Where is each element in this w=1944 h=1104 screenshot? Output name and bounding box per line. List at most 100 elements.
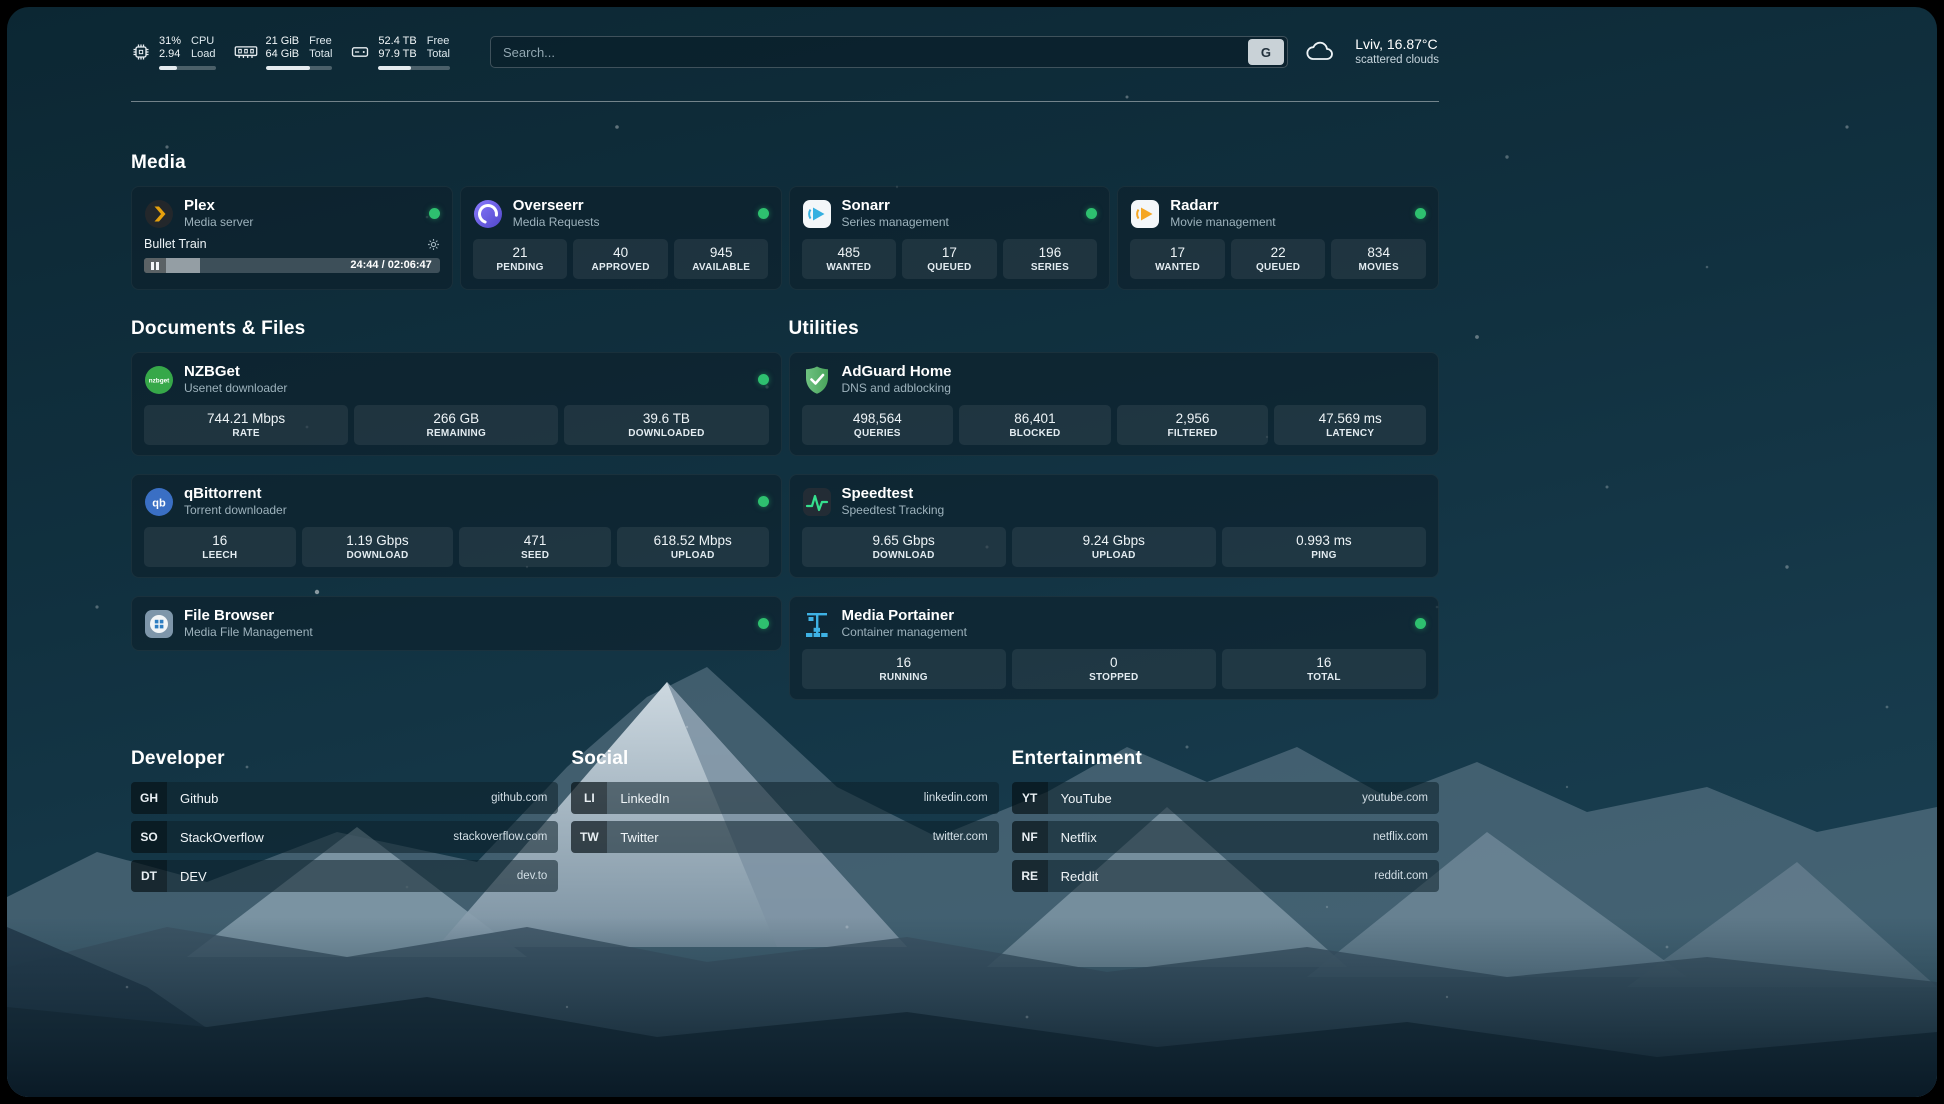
- utilities-column: Utilities: [789, 318, 1440, 700]
- app-name: AdGuard Home: [842, 363, 952, 381]
- section-title-developer: Developer: [131, 748, 558, 770]
- stat-available: 945 AVAILABLE: [674, 239, 769, 279]
- svg-text:nzbget: nzbget: [149, 377, 170, 384]
- settings-gear-icon[interactable]: [427, 238, 440, 251]
- status-dot-online: [1415, 208, 1426, 219]
- bookmark-name: StackOverflow: [180, 830, 264, 845]
- memory-labels: Free Total: [309, 35, 332, 62]
- bookmark-netflix[interactable]: NF Netflix netflix.com: [1012, 821, 1439, 853]
- dashboard-screen: 31% 2.94 CPU Load: [7, 7, 1937, 1097]
- app-name: Radarr: [1170, 197, 1275, 215]
- app-name: NZBGet: [184, 363, 287, 381]
- pause-icon[interactable]: [144, 258, 166, 273]
- cloud-icon: [1304, 40, 1336, 64]
- bookmark-badge: RE: [1012, 860, 1048, 892]
- memory-metric: 21 GiB 64 GiB Free Total: [234, 35, 333, 70]
- stat-remaining: 266 GB REMAINING: [354, 405, 558, 445]
- bookmark-name: DEV: [180, 869, 207, 884]
- bookmark-name: Reddit: [1061, 869, 1099, 884]
- stat-seed: 471 SEED: [459, 527, 611, 567]
- app-subtitle: Torrent downloader: [184, 503, 287, 518]
- search-input[interactable]: [503, 45, 1242, 60]
- bookmark-youtube[interactable]: YT YouTube youtube.com: [1012, 782, 1439, 814]
- section-title-utilities: Utilities: [789, 318, 1440, 340]
- bookmark-badge: YT: [1012, 782, 1048, 814]
- weather-widget: Lviv, 16.87°C scattered clouds: [1304, 36, 1439, 68]
- speedtest-card[interactable]: Speedtest Speedtest Tracking 9.65 Gbps D…: [789, 474, 1440, 578]
- section-title-documents: Documents & Files: [131, 318, 782, 340]
- bookmark-url: linkedin.com: [924, 792, 999, 804]
- stat-total: 16 TOTAL: [1222, 649, 1426, 689]
- radarr-card[interactable]: Radarr Movie management 17 WANTED 22 QUE…: [1117, 186, 1439, 290]
- app-subtitle: Media Requests: [513, 215, 600, 230]
- sonarr-card[interactable]: Sonarr Series management 485 WANTED 17 Q…: [789, 186, 1111, 290]
- cpu-icon: [131, 42, 151, 62]
- stat-queries: 498,564 QUERIES: [802, 405, 954, 445]
- adguard-card[interactable]: AdGuard Home DNS and adblocking 498,564 …: [789, 352, 1440, 456]
- section-title-entertainment: Entertainment: [1012, 748, 1439, 770]
- stat-download: 1.19 Gbps DOWNLOAD: [302, 527, 454, 567]
- bookmark-url: github.com: [491, 792, 558, 804]
- search-engine-button[interactable]: G: [1248, 39, 1284, 65]
- status-dot-online: [429, 208, 440, 219]
- app-subtitle: Media server: [184, 215, 253, 230]
- bookmark-badge: GH: [131, 782, 167, 814]
- adguard-icon: [802, 365, 832, 395]
- stat-download: 9.65 Gbps DOWNLOAD: [802, 527, 1006, 567]
- status-dot-online: [1086, 208, 1097, 219]
- app-subtitle: Movie management: [1170, 215, 1275, 230]
- bookmark-name: LinkedIn: [620, 791, 669, 806]
- bookmark-url: twitter.com: [933, 831, 999, 843]
- stat-ping: 0.993 ms PING: [1222, 527, 1426, 567]
- app-name: File Browser: [184, 607, 313, 625]
- bookmark-twitter[interactable]: TW Twitter twitter.com: [571, 821, 998, 853]
- cpu-values: 31% 2.94: [159, 35, 181, 62]
- disk-icon: [350, 42, 370, 62]
- cpu-labels: CPU Load: [191, 35, 215, 62]
- developer-column: Developer GH Github github.com SO StackO…: [131, 748, 558, 892]
- documents-column: Documents & Files nzbget NZBGet Usenet d…: [131, 318, 782, 700]
- stat-filtered: 2,956 FILTERED: [1117, 405, 1269, 445]
- status-dot-online: [758, 618, 769, 629]
- overseerr-card[interactable]: Overseerr Media Requests 21 PENDING 40 A…: [460, 186, 782, 290]
- app-subtitle: Usenet downloader: [184, 381, 287, 396]
- status-dot-online: [1415, 618, 1426, 629]
- memory-icon: [234, 43, 258, 61]
- app-subtitle: Media File Management: [184, 625, 313, 640]
- bookmark-name: Netflix: [1061, 830, 1097, 845]
- stat-movies: 834 MOVIES: [1331, 239, 1426, 279]
- bookmark-name: YouTube: [1061, 791, 1112, 806]
- bookmark-stackoverflow[interactable]: SO StackOverflow stackoverflow.com: [131, 821, 558, 853]
- app-name: Media Portainer: [842, 607, 967, 625]
- stat-queued: 17 QUEUED: [902, 239, 997, 279]
- disk-usage-bar: [378, 66, 450, 70]
- bookmark-linkedin[interactable]: LI LinkedIn linkedin.com: [571, 782, 998, 814]
- status-dot-online: [758, 374, 769, 385]
- bookmark-github[interactable]: GH Github github.com: [131, 782, 558, 814]
- bookmark-reddit[interactable]: RE Reddit reddit.com: [1012, 860, 1439, 892]
- speedtest-icon: [802, 487, 832, 517]
- stat-pending: 21 PENDING: [473, 239, 568, 279]
- disk-values: 52.4 TB 97.9 TB: [378, 35, 416, 62]
- stat-leech: 16 LEECH: [144, 527, 296, 567]
- filebrowser-card[interactable]: File Browser Media File Management: [131, 596, 782, 651]
- memory-values: 21 GiB 64 GiB: [266, 35, 300, 62]
- app-name: Plex: [184, 197, 253, 215]
- app-name: Sonarr: [842, 197, 949, 215]
- filebrowser-icon: [144, 609, 174, 639]
- plex-card[interactable]: Plex Media server Bullet Train: [131, 186, 453, 290]
- portainer-card[interactable]: Media Portainer Container management 16 …: [789, 596, 1440, 700]
- stat-upload: 618.52 Mbps UPLOAD: [617, 527, 769, 567]
- now-playing-row: Bullet Train: [144, 237, 440, 251]
- nzbget-card[interactable]: nzbget NZBGet Usenet downloader 744.21 M…: [131, 352, 782, 456]
- bookmark-badge: LI: [571, 782, 607, 814]
- bookmark-badge: TW: [571, 821, 607, 853]
- stat-series: 196 SERIES: [1003, 239, 1098, 279]
- bookmark-dev[interactable]: DT DEV dev.to: [131, 860, 558, 892]
- overseerr-icon: [473, 199, 503, 229]
- stat-stopped: 0 STOPPED: [1012, 649, 1216, 689]
- bookmark-url: reddit.com: [1374, 870, 1439, 882]
- plex-icon: [144, 199, 174, 229]
- playback-progress[interactable]: 24:44 / 02:06:47: [144, 258, 440, 273]
- qbittorrent-card[interactable]: qb qBittorrent Torrent downloader 16: [131, 474, 782, 578]
